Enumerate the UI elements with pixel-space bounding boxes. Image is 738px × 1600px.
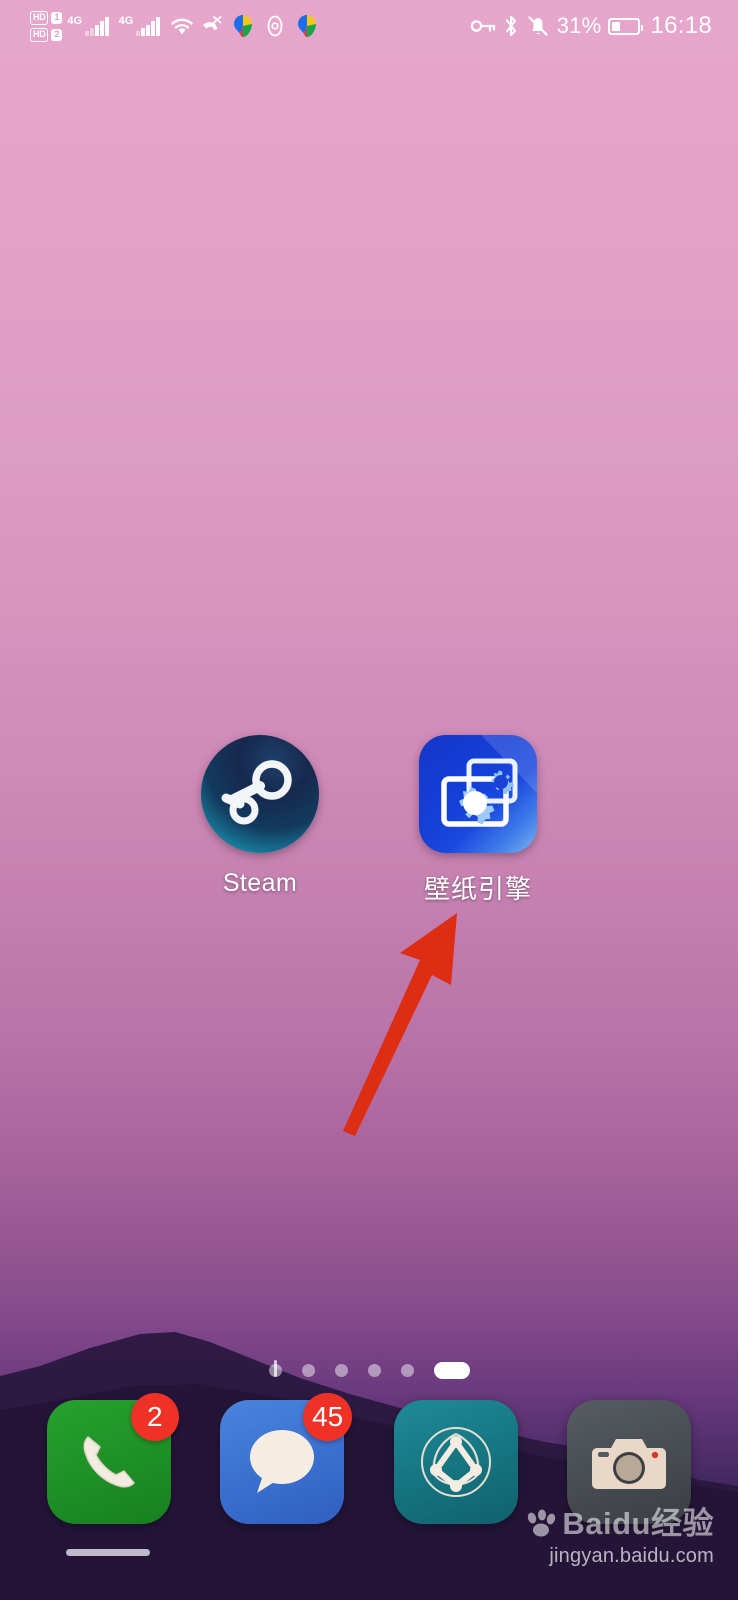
dock-app-messages[interactable]: 45 bbox=[214, 1393, 353, 1524]
app-steam[interactable]: Steam bbox=[175, 735, 345, 906]
network-type-sim1: 4G bbox=[67, 15, 83, 27]
sim1-row: HD 1 bbox=[30, 10, 63, 25]
watermark-suffix: 经验 bbox=[651, 1506, 714, 1541]
notification-badge-phone: 2 bbox=[130, 1393, 179, 1441]
dock-app-phone[interactable]: 2 bbox=[41, 1393, 179, 1524]
app-color-icon bbox=[233, 15, 252, 37]
sim2-row: HD 2 bbox=[30, 27, 63, 42]
browser-globe-icon bbox=[393, 1400, 518, 1524]
page-dot-3[interactable] bbox=[334, 1364, 348, 1377]
app-color-icon-2 bbox=[297, 15, 316, 37]
location-icon bbox=[267, 15, 283, 37]
app-label-wallpaper-engine: 壁纸引擎 bbox=[423, 874, 532, 904]
dual-sim-indicator: HD 1 HD 2 bbox=[30, 10, 63, 42]
battery-percentage: 31% bbox=[556, 13, 602, 38]
status-bar-left: HD 1 HD 2 4G 4G bbox=[0, 10, 321, 42]
wifi-icon bbox=[171, 18, 193, 35]
app-label-steam: Steam bbox=[222, 869, 298, 897]
sim1-number-icon: 1 bbox=[51, 11, 63, 24]
signal-sim1: 4G bbox=[67, 15, 109, 36]
dock-app-browser[interactable] bbox=[388, 1400, 524, 1524]
baidu-paw-icon bbox=[528, 1509, 556, 1536]
key-icon bbox=[470, 20, 495, 32]
bluetooth-icon bbox=[505, 15, 516, 37]
signal-bars-icon-sim2 bbox=[136, 17, 160, 36]
network-type-sim2: 4G bbox=[118, 15, 134, 27]
status-bar-right: 31% 16:18 bbox=[470, 12, 738, 40]
signal-sim2: 4G bbox=[119, 16, 160, 36]
clock: 16:18 bbox=[650, 12, 712, 39]
watermark: Baidu 经验 jingyan.baidu.com bbox=[522, 1508, 714, 1568]
steam-icon bbox=[201, 735, 319, 853]
notification-badge-messages: 45 bbox=[303, 1393, 353, 1441]
call-missed-icon bbox=[202, 16, 222, 30]
wallpaper-engine-icon bbox=[419, 735, 537, 853]
app-grid: Steam 壁纸引擎 bbox=[0, 735, 738, 906]
page-indicator[interactable] bbox=[0, 1360, 738, 1379]
sim2-number-icon: 2 bbox=[51, 28, 63, 41]
page-dot-5[interactable] bbox=[400, 1364, 414, 1377]
hd-icon-sim1: HD bbox=[30, 10, 49, 25]
app-wallpaper-engine[interactable]: 壁纸引擎 bbox=[393, 735, 563, 906]
bell-muted-icon bbox=[528, 16, 548, 36]
page-dot-2[interactable] bbox=[301, 1364, 315, 1377]
page-dot-4[interactable] bbox=[367, 1364, 381, 1377]
page-dot-home[interactable] bbox=[268, 1360, 282, 1377]
home-indicator-bar[interactable] bbox=[66, 1549, 150, 1556]
hd-icon-sim2: HD bbox=[30, 27, 49, 42]
page-dot-active[interactable] bbox=[433, 1362, 470, 1379]
watermark-url: jingyan.baidu.com bbox=[549, 1545, 714, 1567]
status-bar: HD 1 HD 2 4G 4G 31% 16:18 bbox=[0, 0, 738, 52]
watermark-brand-row: Baidu 经验 bbox=[522, 1508, 714, 1539]
signal-bars-icon-sim1 bbox=[85, 17, 109, 36]
battery-icon bbox=[608, 17, 644, 35]
watermark-brand: Baidu bbox=[562, 1506, 651, 1541]
